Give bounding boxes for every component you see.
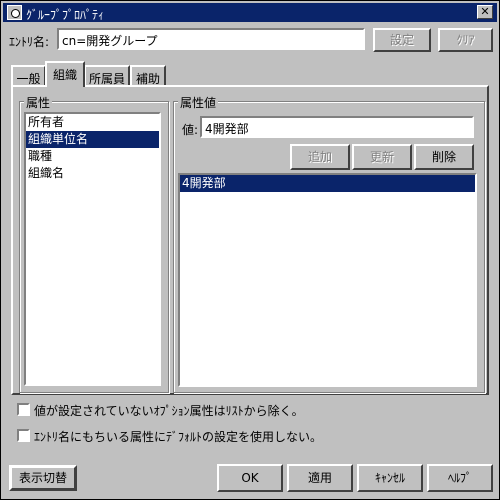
close-icon[interactable]: ✕: [477, 5, 493, 19]
ok-button[interactable]: OK: [217, 464, 283, 492]
list-item[interactable]: 組織単位名: [26, 131, 159, 148]
apply-button[interactable]: 適用: [287, 464, 353, 492]
entry-name-input[interactable]: cn=開発グループ: [57, 28, 365, 50]
attributes-list[interactable]: 所有者 組織単位名 職種 組織名: [24, 112, 161, 386]
group-properties-dialog: ｸﾞﾙｰﾌﾟﾌﾟﾛﾊﾟﾃｨ ✕ ｴﾝﾄﾘ名: cn=開発グループ 設定 ｸﾘｱ …: [0, 0, 500, 500]
list-item[interactable]: 職種: [26, 148, 159, 165]
tab-organization[interactable]: 組織: [45, 61, 85, 87]
exclude-unset-optional-checkbox[interactable]: [17, 403, 30, 416]
list-item[interactable]: 組織名: [26, 165, 159, 182]
no-default-entry-attr-checkbox[interactable]: [17, 429, 30, 442]
clear-button[interactable]: ｸﾘｱ: [438, 28, 493, 52]
title-bar[interactable]: ｸﾞﾙｰﾌﾟﾌﾟﾛﾊﾟﾃｨ ✕: [3, 3, 497, 22]
attribute-values-group-title: 属性値: [178, 94, 219, 111]
app-icon: [7, 5, 22, 20]
update-button[interactable]: 更新: [352, 144, 412, 170]
exclude-unset-optional-label: 値が設定されていないｵﾌﾟｼｮﾝ属性はﾘｽﾄから除く。: [34, 404, 304, 418]
value-input[interactable]: 4開発部: [200, 116, 474, 138]
tab-auxiliary[interactable]: 補助: [130, 65, 166, 86]
tab-general[interactable]: 一般: [11, 65, 46, 86]
entry-name-label: ｴﾝﾄﾘ名:: [9, 35, 50, 49]
add-button[interactable]: 追加: [290, 144, 350, 170]
list-item[interactable]: 4開発部: [180, 175, 475, 192]
attribute-values-list[interactable]: 4開発部: [178, 173, 477, 387]
no-default-entry-attr-label: ｴﾝﾄﾘ名にもちいる属性にﾃﾞﾌｫﾙﾄの設定を使用しない。: [34, 430, 323, 444]
set-button[interactable]: 設定: [373, 28, 431, 52]
value-label: 値:: [182, 123, 199, 137]
help-button[interactable]: ﾍﾙﾌﾟ: [427, 464, 493, 492]
tab-members[interactable]: 所属員: [84, 65, 130, 86]
list-item[interactable]: 所有者: [26, 114, 159, 131]
toggle-display-button[interactable]: 表示切替: [9, 465, 77, 491]
window-title: ｸﾞﾙｰﾌﾟﾌﾟﾛﾊﾟﾃｨ: [26, 8, 105, 22]
delete-button[interactable]: 削除: [414, 144, 474, 170]
attributes-group-title: 属性: [24, 94, 53, 111]
cancel-button[interactable]: ｷｬﾝｾﾙ: [357, 464, 423, 492]
